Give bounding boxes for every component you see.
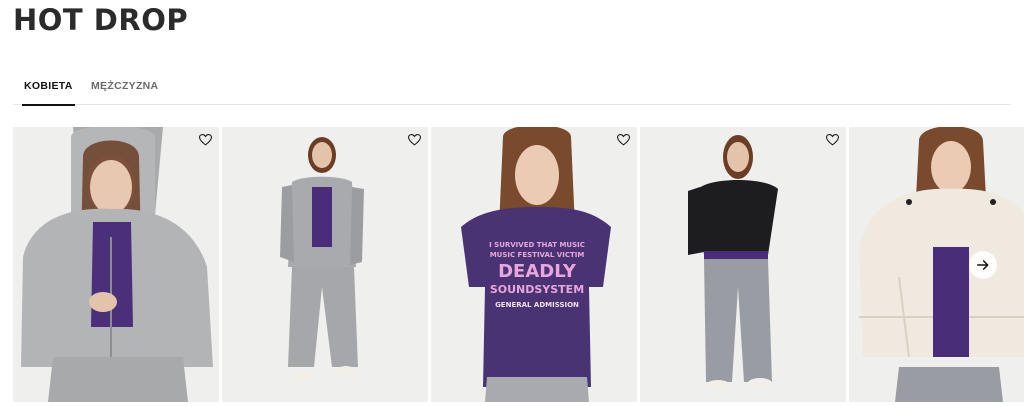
product-image bbox=[849, 127, 1024, 402]
product-image bbox=[13, 127, 219, 402]
product-image bbox=[222, 127, 428, 402]
wishlist-heart-icon[interactable] bbox=[196, 131, 214, 149]
gender-tabs: KOBIETA MĘŻCZYZNA bbox=[13, 68, 1011, 106]
product-card[interactable] bbox=[640, 127, 846, 402]
wishlist-heart-icon[interactable] bbox=[823, 131, 841, 149]
shirt-print-line: I SURVIVED THAT MUSIC bbox=[489, 241, 585, 249]
product-card[interactable]: I SURVIVED THAT MUSIC MUSIC FESTIVAL VIC… bbox=[431, 127, 637, 402]
product-image: I SURVIVED THAT MUSIC MUSIC FESTIVAL VIC… bbox=[431, 127, 637, 402]
product-card[interactable] bbox=[222, 127, 428, 402]
shirt-print-line: DEADLY bbox=[498, 261, 577, 282]
shirt-print-line: GENERAL ADMISSION bbox=[495, 301, 579, 309]
tab-kobieta[interactable]: KOBIETA bbox=[22, 80, 75, 106]
shirt-print-line: MUSIC FESTIVAL VICTIM bbox=[490, 251, 585, 259]
tab-mezczyzna[interactable]: MĘŻCZYZNA bbox=[91, 80, 158, 92]
product-card[interactable] bbox=[849, 127, 1024, 402]
product-image bbox=[640, 127, 846, 402]
shirt-print-line: SOUNDSYSTEM bbox=[490, 283, 584, 296]
carousel-next-arrow-icon[interactable] bbox=[969, 251, 997, 279]
wishlist-heart-icon[interactable] bbox=[405, 131, 423, 149]
page: HOT DROP KOBIETA MĘŻCZYZNA I SURVIVED TH… bbox=[0, 0, 1024, 407]
page-title: HOT DROP bbox=[13, 3, 189, 37]
wishlist-heart-icon[interactable] bbox=[614, 131, 632, 149]
product-carousel: I SURVIVED THAT MUSIC MUSIC FESTIVAL VIC… bbox=[13, 127, 1024, 402]
product-card[interactable] bbox=[13, 127, 219, 402]
